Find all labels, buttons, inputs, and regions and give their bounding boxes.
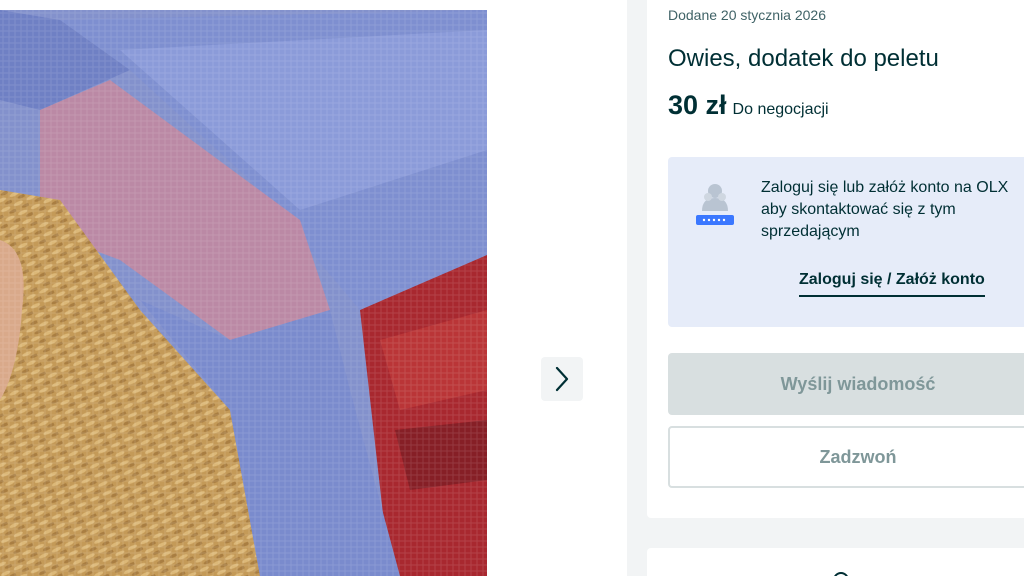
login-prompt-box: Zaloguj się lub załóż konto na OLX aby s…	[668, 157, 1024, 327]
image-gallery	[0, 0, 627, 576]
listing-details-card: Dodane 20 stycznia 2026 Owies, dodatek d…	[647, 0, 1024, 518]
listing-title: Owies, dodatek do peletu	[668, 45, 939, 72]
posted-date: Dodane 20 stycznia 2026	[668, 7, 826, 23]
user-login-icon	[696, 184, 734, 225]
call-button[interactable]: Zadzwoń	[668, 426, 1024, 488]
send-message-button[interactable]: Wyślij wiadomość	[668, 353, 1024, 415]
user-icon	[833, 572, 849, 576]
price-row: 30 zł Do negocjacji	[668, 90, 829, 121]
login-register-link[interactable]: Zaloguj się / Załóż konto	[799, 271, 985, 297]
listing-photo[interactable]	[0, 10, 487, 576]
next-photo-button[interactable]	[541, 357, 583, 401]
login-prompt-text: Zaloguj się lub załóż konto na OLX aby s…	[761, 179, 1009, 240]
price: 30 zł	[668, 90, 727, 120]
chevron-right-icon	[555, 366, 569, 392]
seller-card	[647, 548, 1024, 576]
price-negotiable-label: Do negocjacji	[732, 101, 829, 118]
